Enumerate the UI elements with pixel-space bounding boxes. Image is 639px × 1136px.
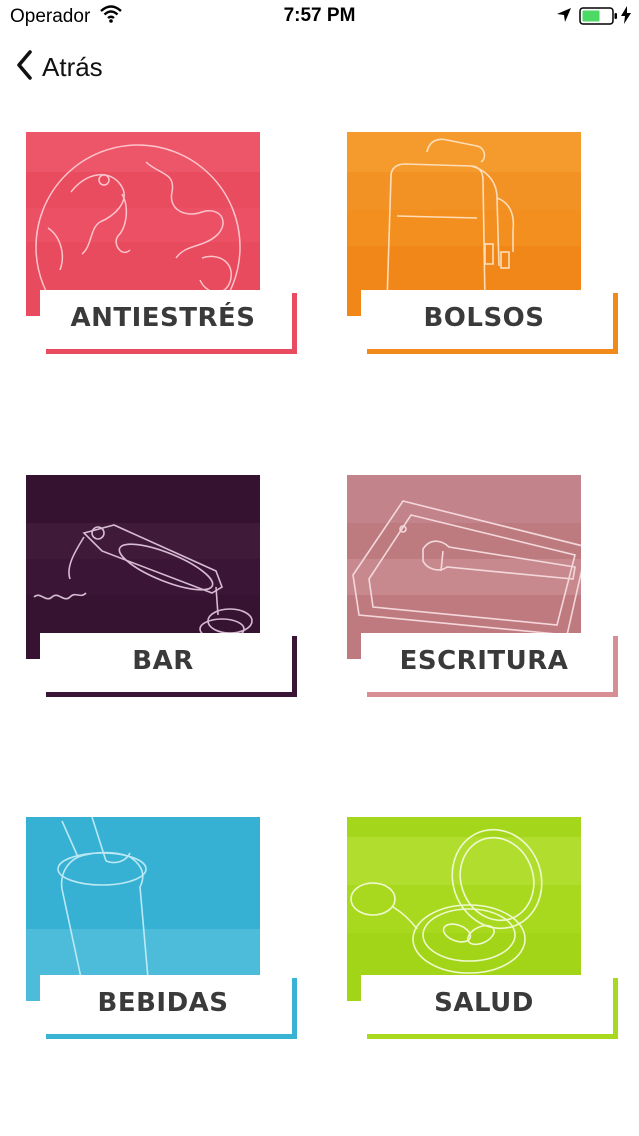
- pill-box-icon: [350, 828, 543, 974]
- location-arrow-icon: [556, 7, 572, 28]
- category-label: BAR: [40, 633, 286, 689]
- back-button[interactable]: Atrás: [16, 49, 103, 85]
- backpack-icon: [386, 138, 515, 303]
- category-tile-antiestres[interactable]: ANTIESTRÉS: [26, 132, 297, 354]
- category-tile-bolsos[interactable]: BOLSOS: [347, 132, 618, 354]
- globe-icon: [35, 144, 241, 316]
- category-image: [347, 475, 581, 659]
- category-image: [347, 132, 581, 316]
- tablet-pen-icon: [352, 500, 581, 636]
- category-tile-bar[interactable]: BAR: [26, 475, 297, 697]
- tumbler-icon: [57, 817, 151, 1001]
- category-image: [26, 132, 260, 316]
- category-label: BOLSOS: [361, 290, 607, 346]
- clock: 7:57 PM: [283, 5, 356, 26]
- navigation-bar: Atrás: [0, 44, 639, 90]
- category-label: SALUD: [361, 975, 607, 1031]
- category-label: ANTIESTRÉS: [40, 290, 286, 346]
- category-label: ESCRITURA: [361, 633, 607, 689]
- status-bar: Operador 7:57 PM: [0, 0, 639, 34]
- back-button-label: Atrás: [42, 51, 103, 82]
- charging-bolt-icon: [621, 6, 631, 29]
- category-image: [347, 817, 581, 1001]
- bottle-opener-icon: [33, 524, 253, 640]
- category-tile-salud[interactable]: SALUD: [347, 817, 618, 1039]
- chevron-left-icon: [16, 49, 32, 85]
- category-image: [26, 817, 260, 1001]
- category-tile-bebidas[interactable]: BEBIDAS: [26, 817, 297, 1039]
- category-label: BEBIDAS: [40, 975, 286, 1031]
- battery-icon: [579, 7, 619, 30]
- category-image: [26, 475, 260, 659]
- category-tile-escritura[interactable]: ESCRITURA: [347, 475, 618, 697]
